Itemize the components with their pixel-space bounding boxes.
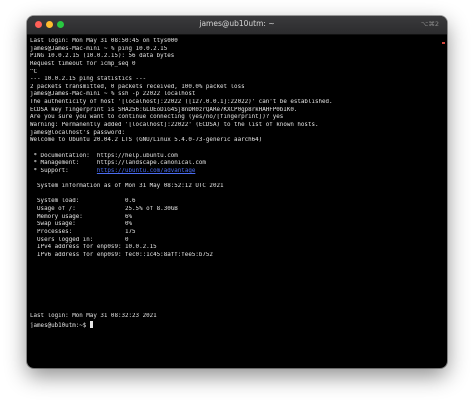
terminal-line: Request timeout for icmp_seq 0 bbox=[30, 61, 441, 69]
terminal-line-text: The authenticity of host '[localhost]:22… bbox=[30, 99, 333, 106]
terminal-line: 2 packets transmitted, 0 packets receive… bbox=[30, 84, 441, 92]
window-shortcut-label: ⌥⌘2 bbox=[420, 20, 439, 28]
support-label: * Support: bbox=[30, 167, 97, 174]
terminal-line-text: PING 10.0.2.15 (10.0.2.15): 56 data byte… bbox=[30, 53, 175, 60]
terminal-line: The authenticity of host '[localhost]:22… bbox=[30, 99, 441, 107]
terminal-line: * Management: https://landscape.canonica… bbox=[30, 160, 441, 168]
terminal-line: Usage of /: 25.5% of 8.30GB bbox=[30, 206, 441, 214]
terminal-line: * Support: https://ubuntu.com/advantage bbox=[30, 168, 441, 176]
terminal-line-text: ECDSA key fingerprint is SHA256:GLUEoDiG… bbox=[30, 106, 298, 113]
terminal-line: PING 10.0.2.15 (10.0.2.15): 56 data byte… bbox=[30, 53, 441, 61]
terminal-line-text: Users logged in: 0 bbox=[30, 236, 129, 243]
terminal-line: Memory usage: 6% bbox=[30, 214, 441, 222]
terminal-line: Processes: 175 bbox=[30, 229, 441, 237]
terminal-line: Last login: Mon May 31 08:50:45 on ttys0… bbox=[30, 38, 441, 46]
terminal-line: --- 10.0.2.15 ping statistics --- bbox=[30, 76, 441, 84]
terminal-line: ECDSA key fingerprint is SHA256:GLUEoDiG… bbox=[30, 107, 441, 115]
terminal-line: System information as of Mon 31 May 08:5… bbox=[30, 183, 441, 191]
terminal-line-text: * Management: https://landscape.canonica… bbox=[30, 160, 206, 167]
terminal-line: Swap usage: 0% bbox=[30, 221, 441, 229]
terminal-line: Warning: Permanently added '[localhost]:… bbox=[30, 122, 441, 130]
terminal-line-text: Processes: 175 bbox=[30, 229, 136, 236]
terminal-line-text: Usage of /: 25.5% of 8.30GB bbox=[30, 206, 178, 213]
terminal-line: james@James-Mac-mini ~ % ping 10.0.2.15 bbox=[30, 46, 441, 54]
title-bar[interactable]: james@ub10utm: ~ ⌥⌘2 bbox=[27, 16, 447, 35]
support-link[interactable]: https://ubuntu.com/advantage bbox=[97, 168, 196, 174]
terminal-line-text: System load: 0.6 bbox=[30, 198, 136, 205]
terminal-line: * Documentation: https://help.ubuntu.com bbox=[30, 153, 441, 161]
terminal-line-text: Welcome to Ubuntu 20.04.2 LTS (GNU/Linux… bbox=[30, 137, 263, 144]
terminal-line: ^C bbox=[30, 69, 441, 77]
terminal-line-text: Last login: Mon May 31 08:32:23 2021 bbox=[30, 313, 157, 320]
terminal-line-text: james@localhost's password: bbox=[30, 129, 125, 136]
terminal-line: IPv4 address for enp0s9: 10.0.2.15 bbox=[30, 244, 441, 252]
terminal-line-text: ^C bbox=[30, 68, 38, 75]
terminal-line-text: IPv6 address for enp0s9: fec0::1c45:8aff… bbox=[30, 251, 213, 258]
terminal-line: Welcome to Ubuntu 20.04.2 LTS (GNU/Linux… bbox=[30, 137, 441, 145]
terminal-line-text: Request timeout for icmp_seq 0 bbox=[30, 60, 136, 67]
terminal-line: james@localhost's password: bbox=[30, 130, 441, 138]
terminal-line-text: james@ub10utm:~$ bbox=[30, 322, 90, 329]
terminal-line-text: --- 10.0.2.15 ping statistics --- bbox=[30, 76, 147, 83]
terminal-line: System load: 0.6 bbox=[30, 198, 441, 206]
scroll-marker bbox=[442, 42, 445, 44]
terminal-line-text: Last login: Mon May 31 08:50:45 on ttys0… bbox=[30, 38, 178, 44]
terminal-line-text: Swap usage: 0% bbox=[30, 221, 133, 228]
terminal-line-text: 2 packets transmitted, 0 packets receive… bbox=[30, 83, 245, 90]
terminal-line-text: Memory usage: 6% bbox=[30, 213, 133, 220]
text-cursor bbox=[89, 320, 94, 328]
terminal-line: Last login: Mon May 31 08:32:23 2021 bbox=[30, 313, 441, 321]
terminal-line: Users logged in: 0 bbox=[30, 237, 441, 245]
terminal-line-text: james@James-Mac-mini ~ % ping 10.0.2.15 bbox=[30, 45, 168, 52]
terminal-line-text: Are you sure you want to continue connec… bbox=[30, 114, 284, 121]
terminal-line: james@James-Mac-mini ~ % ssh -p 22022 lo… bbox=[30, 91, 441, 99]
window-title: james@ub10utm: ~ bbox=[199, 19, 275, 28]
terminal-window: james@ub10utm: ~ ⌥⌘2 Last login: Mon May… bbox=[27, 16, 447, 368]
terminal-line-text: Warning: Permanently added '[localhost]:… bbox=[30, 122, 319, 129]
terminal-line-text: * Documentation: https://help.ubuntu.com bbox=[30, 152, 178, 159]
terminal-output[interactable]: Last login: Mon May 31 08:50:45 on ttys0… bbox=[27, 35, 447, 328]
terminal-line-text: james@James-Mac-mini ~ % ssh -p 22022 lo… bbox=[30, 91, 196, 98]
terminal-line: james@ub10utm:~$ bbox=[30, 320, 441, 329]
terminal-line-text: IPv4 address for enp0s9: 10.0.2.15 bbox=[30, 244, 157, 251]
terminal-line-text: System information as of Mon 31 May 08:5… bbox=[30, 183, 224, 190]
terminal-line: Are you sure you want to continue connec… bbox=[30, 114, 441, 122]
terminal-line: IPv6 address for enp0s9: fec0::1c45:8aff… bbox=[30, 252, 441, 260]
